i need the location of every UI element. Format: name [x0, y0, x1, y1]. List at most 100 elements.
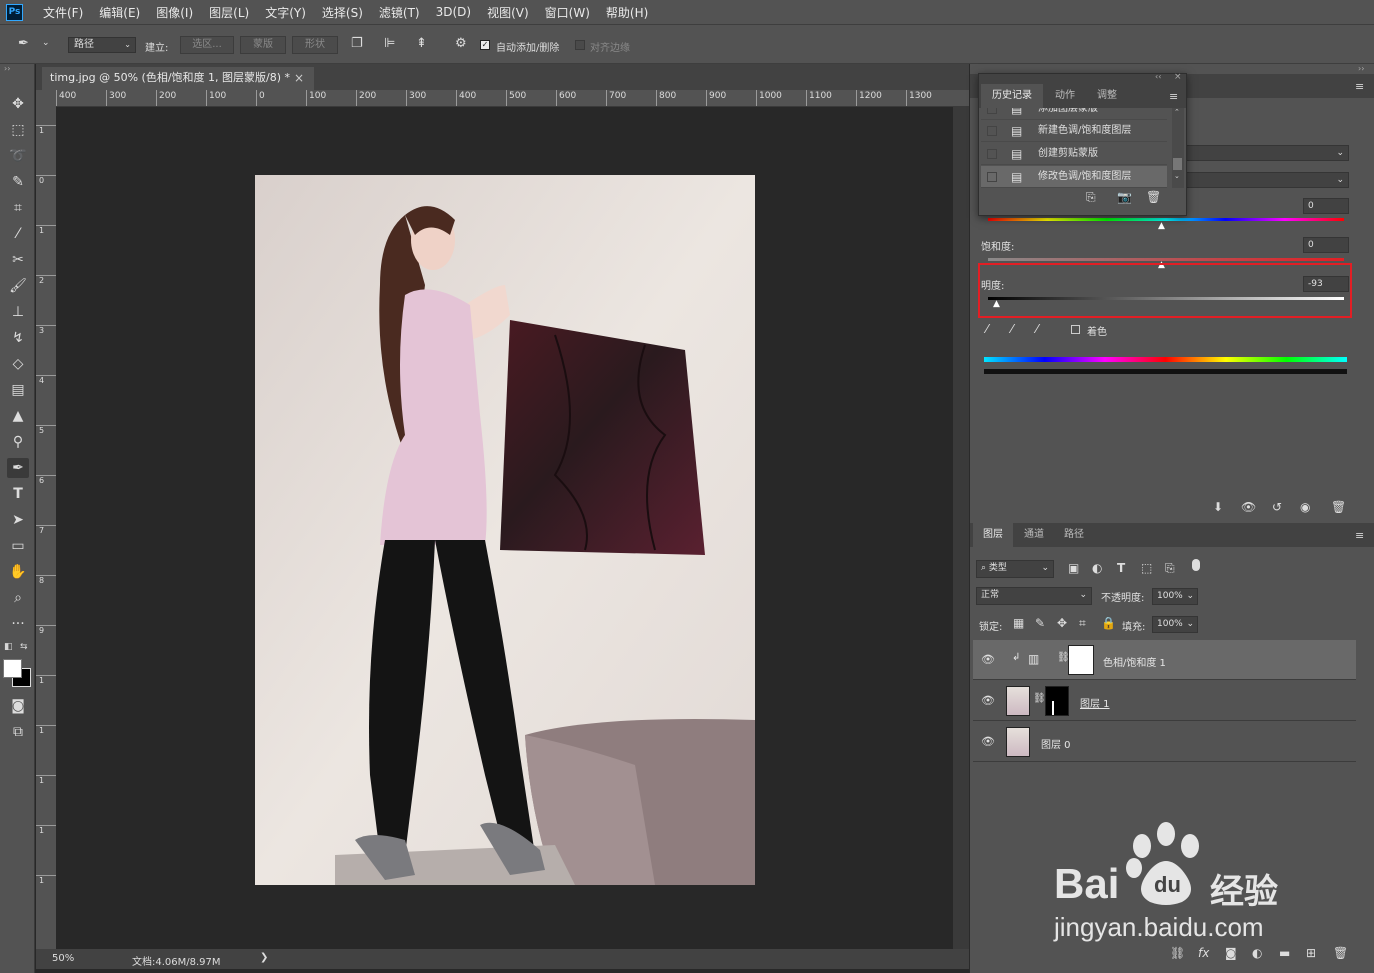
document-image[interactable]	[255, 175, 755, 885]
close-icon[interactable]: ×	[1174, 72, 1182, 82]
view-previous-icon[interactable]: 👁	[1241, 500, 1256, 514]
tab-adjustments[interactable]: 调整	[1087, 84, 1127, 108]
default-colors-icon[interactable]: ◧	[4, 642, 13, 652]
saturation-value-field[interactable]: 0	[1303, 237, 1349, 253]
blur-tool-icon[interactable]: ▲	[7, 406, 29, 426]
colorize-checkbox[interactable]	[1071, 325, 1080, 334]
lock-transparent-icon[interactable]: ▦	[1013, 616, 1024, 630]
lightness-slider-track[interactable]	[988, 297, 1344, 300]
eyedropper-add-icon[interactable]: ⁄	[1011, 322, 1013, 336]
swap-colors-icon[interactable]: ⇆	[20, 642, 28, 652]
tab-channels[interactable]: 通道	[1015, 523, 1053, 547]
hand-tool-icon[interactable]: ✋	[7, 562, 29, 582]
layer-thumbnail[interactable]	[1006, 727, 1030, 757]
menu-edit[interactable]: 编辑(E)	[99, 4, 140, 21]
tab-actions[interactable]: 动作	[1045, 84, 1085, 108]
gear-icon[interactable]: ⚙	[455, 36, 467, 51]
document-tab[interactable]: timg.jpg @ 50% (色相/饱和度 1, 图层蒙版/8) * ×	[42, 67, 314, 90]
filter-shape-icon[interactable]: ⬚	[1141, 561, 1152, 575]
hue-slider-handle[interactable]: ▲	[1158, 221, 1165, 231]
vertical-scrollbar[interactable]	[953, 107, 969, 949]
type-tool-icon[interactable]: T	[7, 484, 29, 504]
pen-tool-preset-icon[interactable]: ✒	[18, 36, 29, 51]
tab-paths[interactable]: 路径	[1055, 523, 1093, 547]
hue-slider-track[interactable]	[988, 218, 1344, 221]
eraser-tool-icon[interactable]: ◇	[7, 354, 29, 374]
tab-history[interactable]: 历史记录	[981, 84, 1043, 108]
collapse-arrows-icon[interactable]: ››	[1358, 64, 1364, 73]
history-panel-titlebar[interactable]: ‹‹ ×	[979, 72, 1186, 84]
path-arrangement-icon[interactable]: ⇞	[416, 36, 427, 51]
collapse-arrows-icon[interactable]: ››	[4, 64, 10, 73]
layer-row[interactable]: 👁 ⛓ 图层 1	[973, 681, 1356, 721]
pen-tool-icon[interactable]: ✒	[7, 458, 29, 478]
chevron-up-icon[interactable]: ⌃	[1174, 108, 1180, 116]
panel-menu-icon[interactable]: ≡	[1355, 80, 1364, 93]
lock-position-icon[interactable]: ✥	[1057, 616, 1067, 630]
crop-tool-icon[interactable]: ⌗	[7, 198, 29, 218]
path-alignment-icon[interactable]: ⊫	[384, 36, 395, 51]
zoom-level[interactable]: 50%	[52, 953, 74, 964]
history-item[interactable]: ▤ 修改色调/饱和度图层	[981, 166, 1167, 188]
history-brush-tool-icon[interactable]: ↯	[7, 328, 29, 348]
camera-icon[interactable]: 📷	[1117, 190, 1132, 204]
history-source-checkbox[interactable]	[987, 126, 997, 136]
menu-image[interactable]: 图像(I)	[156, 4, 193, 21]
history-source-checkbox[interactable]	[987, 149, 997, 159]
lock-pixels-icon[interactable]: ✎	[1035, 616, 1045, 630]
menu-view[interactable]: 视图(V)	[487, 4, 529, 21]
menu-3d[interactable]: 3D(D)	[436, 5, 471, 19]
canvas[interactable]	[56, 108, 953, 949]
move-tool-icon[interactable]: ✥	[7, 94, 29, 114]
dodge-tool-icon[interactable]: ⚲	[7, 432, 29, 452]
history-scrollbar[interactable]: ⌃ ⌄	[1172, 108, 1184, 188]
layer-row[interactable]: 👁 ↲ ▥ ⛓ 色相/饱和度 1	[973, 640, 1356, 680]
menu-help[interactable]: 帮助(H)	[606, 4, 648, 21]
tab-layers[interactable]: 图层	[973, 523, 1013, 547]
screen-mode-icon[interactable]: ⧉	[7, 722, 29, 742]
filter-type-icon[interactable]: T	[1117, 561, 1125, 575]
reset-icon[interactable]: ↺	[1272, 500, 1282, 514]
marquee-tool-icon[interactable]: ⬚	[7, 120, 29, 140]
layer-mask-thumbnail[interactable]	[1045, 686, 1069, 716]
trash-icon[interactable]: 🗑	[1146, 190, 1161, 204]
collapse-arrows-icon[interactable]: ‹‹	[1155, 72, 1161, 81]
gradient-tool-icon[interactable]: ▤	[7, 380, 29, 400]
photoshop-logo-icon[interactable]: Ps	[6, 3, 23, 21]
selection-button[interactable]: 选区...	[180, 36, 234, 54]
fill-field[interactable]: 100% ⌄	[1152, 616, 1198, 633]
scrollbar-thumb[interactable]	[1173, 158, 1182, 170]
panel-menu-icon[interactable]: ≡	[1355, 529, 1364, 542]
visibility-icon[interactable]: ◉	[1300, 500, 1310, 514]
filter-smart-object-icon[interactable]: ⎘	[1165, 561, 1175, 576]
quick-select-tool-icon[interactable]: ✎	[7, 172, 29, 192]
layer-row[interactable]: 👁 图层 0	[973, 722, 1356, 762]
saturation-slider-track[interactable]	[988, 258, 1344, 261]
eyedropper-icon[interactable]: ⁄	[986, 322, 988, 336]
blend-mode-select[interactable]: 正常 ⌄	[976, 587, 1092, 605]
lock-artboard-icon[interactable]: ⌗	[1079, 616, 1086, 631]
history-source-checkbox[interactable]	[987, 108, 997, 114]
menu-type[interactable]: 文字(Y)	[265, 4, 306, 21]
filter-adjustment-icon[interactable]: ◐	[1092, 561, 1102, 575]
menu-file[interactable]: 文件(F)	[43, 4, 83, 21]
opacity-field[interactable]: 100% ⌄	[1152, 588, 1198, 605]
trash-icon[interactable]: 🗑	[1333, 946, 1348, 960]
chevron-down-icon[interactable]: ⌄	[42, 38, 50, 48]
menu-layer[interactable]: 图层(L)	[209, 4, 249, 21]
layer-thumbnail[interactable]	[1006, 686, 1030, 716]
hue-value-field[interactable]: 0	[1303, 198, 1349, 214]
shape-button[interactable]: 形状	[292, 36, 338, 54]
auto-add-delete-checkbox[interactable]: ✓	[480, 40, 490, 50]
close-icon[interactable]: ×	[294, 67, 304, 89]
pen-mode-select[interactable]: 路径 ⌄	[68, 37, 136, 53]
layer-name[interactable]: 色相/饱和度 1	[1103, 654, 1166, 669]
lock-all-icon[interactable]: 🔒	[1101, 616, 1116, 630]
filter-toggle[interactable]	[1192, 559, 1200, 571]
zoom-tool-icon[interactable]: ⌕	[7, 588, 29, 608]
layer-name[interactable]: 图层 0	[1041, 736, 1071, 751]
trash-icon[interactable]: 🗑	[1331, 500, 1346, 514]
align-edges-checkbox[interactable]	[575, 40, 585, 50]
path-select-tool-icon[interactable]: ➤	[7, 510, 29, 530]
chevron-down-icon[interactable]: ⌄	[1174, 172, 1180, 180]
